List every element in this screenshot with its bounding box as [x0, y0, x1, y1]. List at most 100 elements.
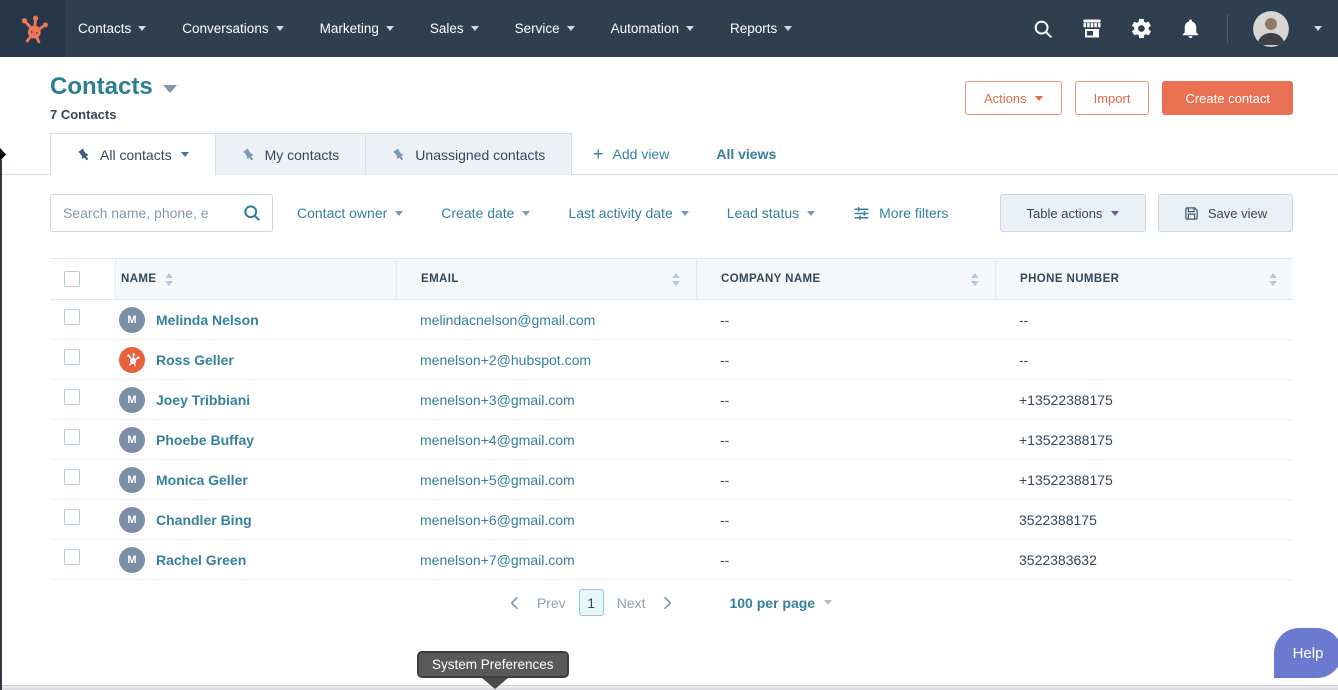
import-button[interactable]: Import — [1075, 81, 1150, 115]
contact-email-link[interactable]: menelson+5@gmail.com — [420, 472, 575, 488]
save-view-button[interactable]: Save view — [1158, 194, 1293, 232]
current-page-button[interactable]: 1 — [579, 589, 604, 616]
desktop-edge-notch — [0, 148, 6, 161]
phone-cell: -- — [995, 352, 1293, 368]
table-row: MMelinda Nelson melindacnelson@gmail.com… — [50, 300, 1293, 340]
pin-icon — [74, 145, 93, 164]
row-checkbox[interactable] — [64, 549, 80, 565]
column-header-name[interactable]: NAME — [115, 259, 396, 299]
sort-icon[interactable] — [165, 273, 173, 286]
account-chevron-down-icon[interactable] — [1314, 26, 1322, 31]
chevron-down-icon — [686, 26, 694, 31]
more-filters-button[interactable]: More filters — [853, 205, 948, 222]
contact-name-link[interactable]: Monica Geller — [156, 472, 248, 488]
nav-item-marketing[interactable]: Marketing — [320, 21, 394, 36]
table-row: Ross Geller menelson+2@hubspot.com -- -- — [50, 340, 1293, 380]
table-actions-button[interactable]: Table actions — [1000, 194, 1146, 232]
contact-name-link[interactable]: Rachel Green — [156, 552, 246, 568]
nav-item-service[interactable]: Service — [515, 21, 575, 36]
settings-gear-icon[interactable] — [1129, 17, 1153, 41]
contact-name-link[interactable]: Ross Geller — [156, 352, 234, 368]
phone-cell: -- — [995, 312, 1293, 328]
contact-owner-filter[interactable]: Contact owner — [297, 205, 403, 221]
search-input[interactable] — [63, 205, 242, 221]
dock-tooltip: System Preferences — [417, 651, 569, 678]
contact-email-link[interactable]: menelson+2@hubspot.com — [420, 352, 591, 368]
column-header-email[interactable]: EMAIL — [396, 259, 696, 299]
notifications-bell-icon[interactable] — [1178, 17, 1202, 41]
hubspot-logo[interactable] — [0, 0, 65, 57]
per-page-dropdown[interactable]: 100 per page — [729, 595, 832, 611]
hubspot-sprocket-icon — [125, 352, 140, 367]
last-activity-date-filter[interactable]: Last activity date — [568, 205, 688, 221]
hubspot-sprocket-icon — [17, 13, 49, 45]
create-contact-button[interactable]: Create contact — [1162, 81, 1293, 115]
marketplace-icon[interactable] — [1080, 17, 1104, 41]
chevron-down-icon — [824, 600, 832, 605]
chevron-down-icon — [138, 26, 146, 31]
column-header-phone[interactable]: PHONE NUMBER — [995, 259, 1293, 299]
sort-icon[interactable] — [672, 273, 680, 286]
contact-email-link[interactable]: menelson+7@gmail.com — [420, 552, 575, 568]
table-row: MPhoebe Buffay menelson+4@gmail.com -- +… — [50, 420, 1293, 460]
search-icon[interactable] — [1031, 17, 1055, 41]
column-header-company[interactable]: COMPANY NAME — [696, 259, 995, 299]
contacts-table: NAME EMAIL COMPANY NAME PHONE NUMBER MMe… — [50, 258, 1293, 580]
next-button[interactable]: Next — [617, 595, 646, 611]
pin-icon — [239, 145, 258, 164]
sort-icon[interactable] — [971, 273, 979, 286]
title-chevron-down-icon — [163, 85, 177, 93]
contact-name-link[interactable]: Joey Tribbiani — [156, 392, 250, 408]
save-icon — [1184, 206, 1199, 221]
chevron-down-icon — [522, 211, 530, 216]
row-checkbox[interactable] — [64, 389, 80, 405]
contact-name-link[interactable]: Melinda Nelson — [156, 312, 259, 328]
pin-icon — [390, 145, 409, 164]
nav-item-automation[interactable]: Automation — [611, 21, 694, 36]
contact-name-link[interactable]: Chandler Bing — [156, 512, 252, 528]
search-icon[interactable] — [242, 203, 262, 223]
next-chevron-icon[interactable] — [658, 594, 676, 612]
table-row: MJoey Tribbiani menelson+3@gmail.com -- … — [50, 380, 1293, 420]
user-avatar[interactable] — [1253, 11, 1289, 47]
tab-my-contacts[interactable]: My contacts — [216, 133, 367, 175]
nav-item-conversations[interactable]: Conversations — [182, 21, 283, 36]
lead-status-filter[interactable]: Lead status — [727, 205, 815, 221]
table-row: MRachel Green menelson+7@gmail.com -- 35… — [50, 540, 1293, 580]
filter-bar: Contact owner Create date Last activity … — [50, 194, 1293, 232]
row-checkbox[interactable] — [64, 429, 80, 445]
nav-item-contacts[interactable]: Contacts — [78, 21, 146, 36]
prev-chevron-icon[interactable] — [506, 594, 524, 612]
contact-name-link[interactable]: Phoebe Buffay — [156, 432, 254, 448]
add-view-button[interactable]: + Add view — [593, 145, 669, 163]
all-views-link[interactable]: All views — [716, 146, 776, 162]
contact-email-link[interactable]: menelson+4@gmail.com — [420, 432, 575, 448]
prev-button[interactable]: Prev — [537, 595, 566, 611]
table-header: NAME EMAIL COMPANY NAME PHONE NUMBER — [50, 258, 1293, 300]
nav-item-reports[interactable]: Reports — [730, 21, 792, 36]
tab-unassigned-contacts[interactable]: Unassigned contacts — [366, 133, 572, 175]
help-button[interactable]: Help — [1274, 628, 1338, 678]
contact-email-link[interactable]: melindacnelson@gmail.com — [420, 312, 595, 328]
table-row: MMonica Geller menelson+5@gmail.com -- +… — [50, 460, 1293, 500]
select-all-checkbox[interactable] — [64, 271, 80, 287]
row-checkbox[interactable] — [64, 509, 80, 525]
company-cell: -- — [696, 512, 995, 528]
row-checkbox[interactable] — [64, 469, 80, 485]
row-checkbox[interactable] — [64, 309, 80, 325]
chevron-down-icon — [1035, 96, 1043, 101]
row-checkbox[interactable] — [64, 349, 80, 365]
tab-all-contacts[interactable]: All contacts — [50, 133, 216, 175]
sort-icon[interactable] — [1269, 273, 1277, 286]
create-date-filter[interactable]: Create date — [441, 205, 530, 221]
nav-utilities — [1031, 11, 1338, 47]
chevron-down-icon — [807, 211, 815, 216]
contact-email-link[interactable]: menelson+6@gmail.com — [420, 512, 575, 528]
page-title-dropdown[interactable]: Contacts — [50, 73, 177, 101]
company-cell: -- — [696, 392, 995, 408]
nav-item-sales[interactable]: Sales — [430, 21, 479, 36]
contact-email-link[interactable]: menelson+3@gmail.com — [420, 392, 575, 408]
sliders-icon — [853, 205, 870, 222]
chevron-down-icon — [681, 211, 689, 216]
actions-button[interactable]: Actions — [965, 81, 1062, 115]
